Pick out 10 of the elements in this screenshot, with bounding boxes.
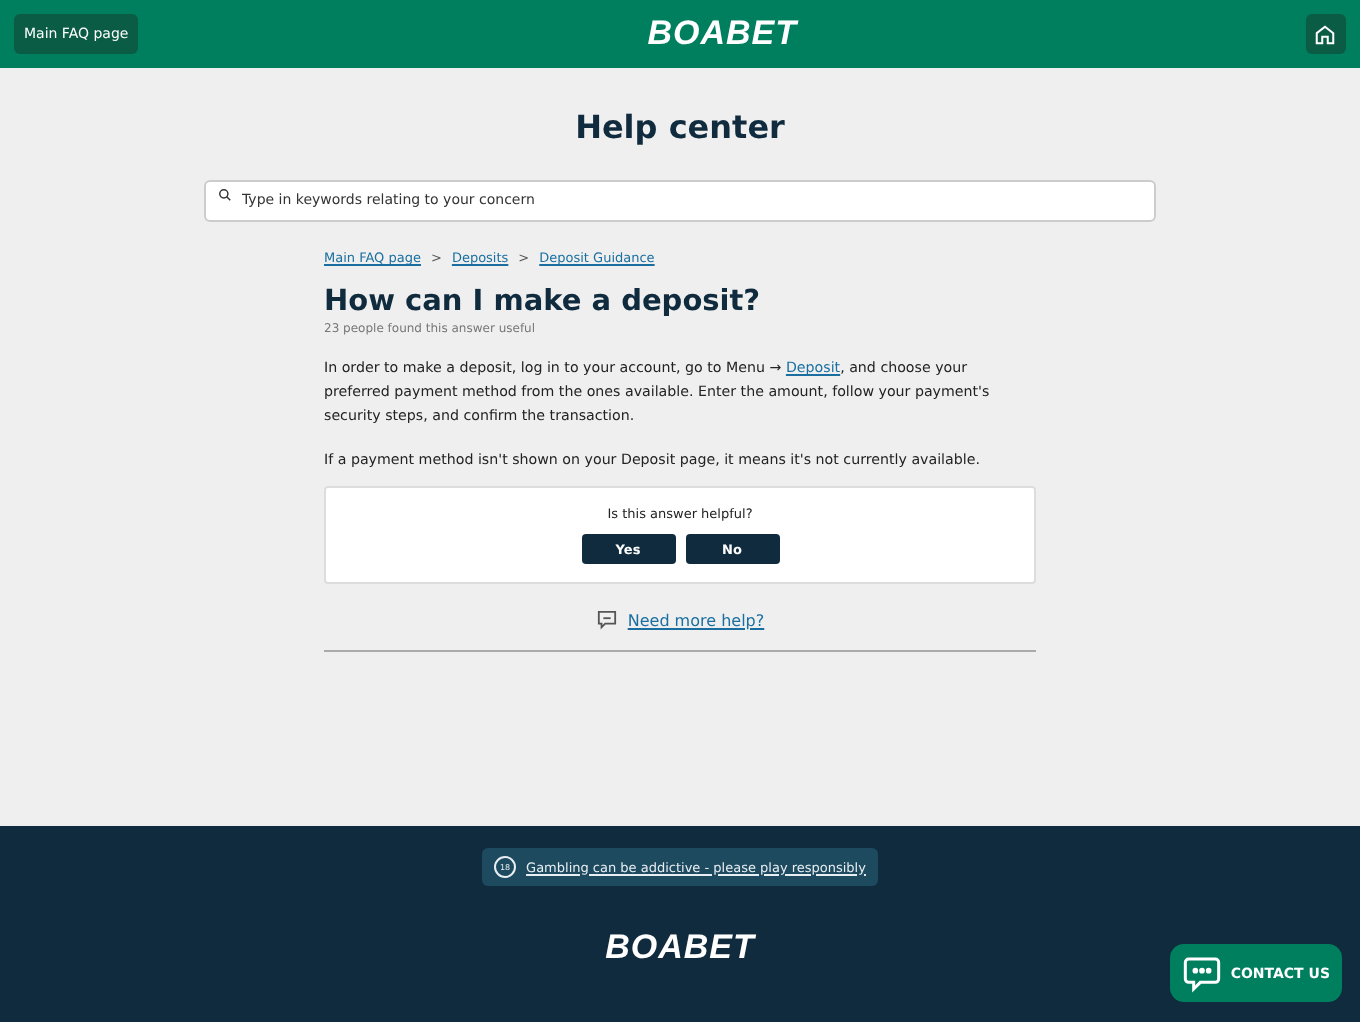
article-title: How can I make a deposit? (324, 286, 763, 318)
need-help-link[interactable]: Need more help? (627, 611, 765, 629)
chat-icon (1182, 953, 1223, 993)
home-button[interactable] (1305, 14, 1346, 54)
search-icon (218, 188, 232, 202)
speech-bubble-icon (595, 610, 618, 630)
home-icon (1314, 23, 1337, 45)
footer-logo: BOABET (605, 928, 755, 966)
logo[interactable]: BOABET (647, 14, 797, 54)
page-title: Help center (575, 108, 785, 146)
